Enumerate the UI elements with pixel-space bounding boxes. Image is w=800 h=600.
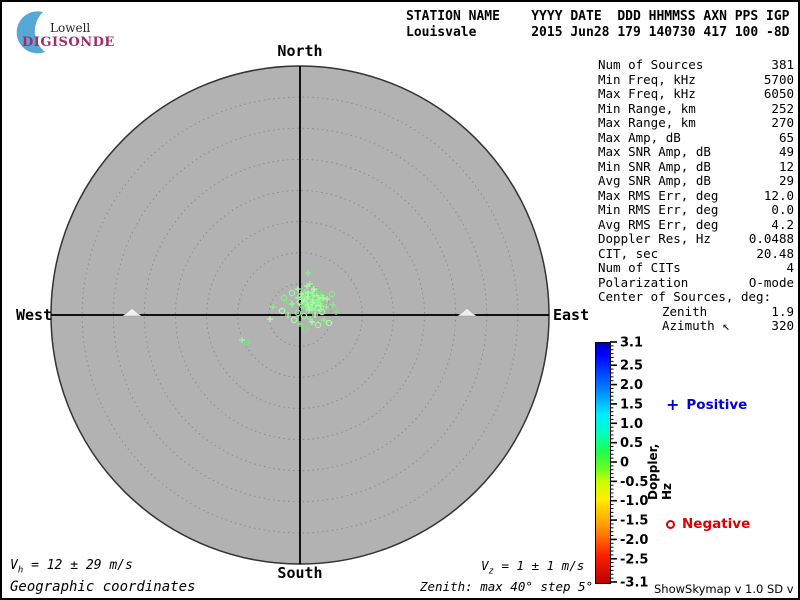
stats-row: Num of CITs4 — [598, 261, 794, 276]
colorbar-axis-label: Doppler, Hz — [646, 434, 674, 500]
colorbar-tick-label: 0.5 — [620, 436, 643, 451]
colorbar-tick-label: 2.5 — [620, 359, 643, 374]
colorbar-tick-label: -1.0 — [620, 494, 648, 509]
plus-marker-icon: + — [666, 399, 679, 411]
colorbar-tick-label: 2.0 — [620, 378, 643, 393]
vertical-velocity-readout: Vz = 1 ± 1 m/s — [481, 558, 584, 577]
doppler-colorbar — [595, 342, 611, 584]
stats-row: Avg RMS Err, deg4.2 — [598, 218, 794, 233]
compass-west-label: West — [16, 306, 52, 324]
stats-row: Min Range, km252 — [598, 102, 794, 117]
skymap-window: Lowell DIGISONDE STATION NAME YYYY DATE … — [0, 0, 800, 600]
stats-row: Min Freq, kHz5700 — [598, 73, 794, 88]
colorbar-tick-label: -2.5 — [620, 552, 648, 567]
coordinates-note: Geographic coordinates — [10, 579, 195, 595]
stats-row: Zenith1.9 — [598, 305, 794, 320]
stats-row: Max Range, km270 — [598, 116, 794, 131]
legend-positive: + Positive — [666, 397, 747, 413]
colorbar-tick-label: -2.0 — [620, 533, 648, 548]
legend-negative: Negative — [666, 516, 750, 532]
stats-row: Max Amp, dB65 — [598, 131, 794, 146]
colorbar-tick-label: -1.5 — [620, 514, 648, 529]
stats-row: Doppler Res, Hz0.0488 — [598, 232, 794, 247]
stats-row: PolarizationO-mode — [598, 276, 794, 291]
colorbar-tick-label: -0.5 — [620, 475, 648, 490]
colorbar-tick-label: -3.1 — [620, 576, 648, 591]
stats-row: Max Freq, kHz6050 — [598, 87, 794, 102]
stats-row: Avg SNR Amp, dB29 — [598, 174, 794, 189]
zenith-range-note: Zenith: max 40° step 5° — [420, 579, 593, 594]
stats-row: Min SNR Amp, dB12 — [598, 160, 794, 175]
compass-east-label: East — [553, 306, 589, 324]
stats-row: CIT, sec20.48 — [598, 247, 794, 262]
stats-row: Num of Sources381 — [598, 58, 794, 73]
compass-south-label: South — [277, 564, 322, 582]
circle-marker-icon — [666, 520, 675, 529]
stats-row: Azimuth ↖320 — [598, 319, 794, 334]
colorbar-tick-label: 0 — [620, 456, 629, 471]
legend-negative-label: Negative — [682, 516, 750, 532]
stats-row: Max RMS Err, deg12.0 — [598, 189, 794, 204]
legend-positive-label: Positive — [686, 397, 747, 413]
software-version: ShowSkymap v 1.0 SD v 5.1 — [654, 582, 798, 600]
stats-row: Center of Sources, deg: — [598, 290, 794, 305]
stats-row: Min RMS Err, deg0.0 — [598, 203, 794, 218]
stats-panel: Num of Sources381Min Freq, kHz5700Max Fr… — [598, 58, 794, 334]
colorbar-tick-label: 1.5 — [620, 397, 643, 412]
colorbar-tick-label: 1.0 — [620, 417, 643, 432]
compass-north-label: North — [277, 42, 322, 60]
colorbar-tick-label: 3.1 — [620, 336, 643, 351]
horizontal-velocity-readout: Vh = 12 ± 29 m/s — [10, 558, 133, 576]
stats-row: Max SNR Amp, dB49 — [598, 145, 794, 160]
